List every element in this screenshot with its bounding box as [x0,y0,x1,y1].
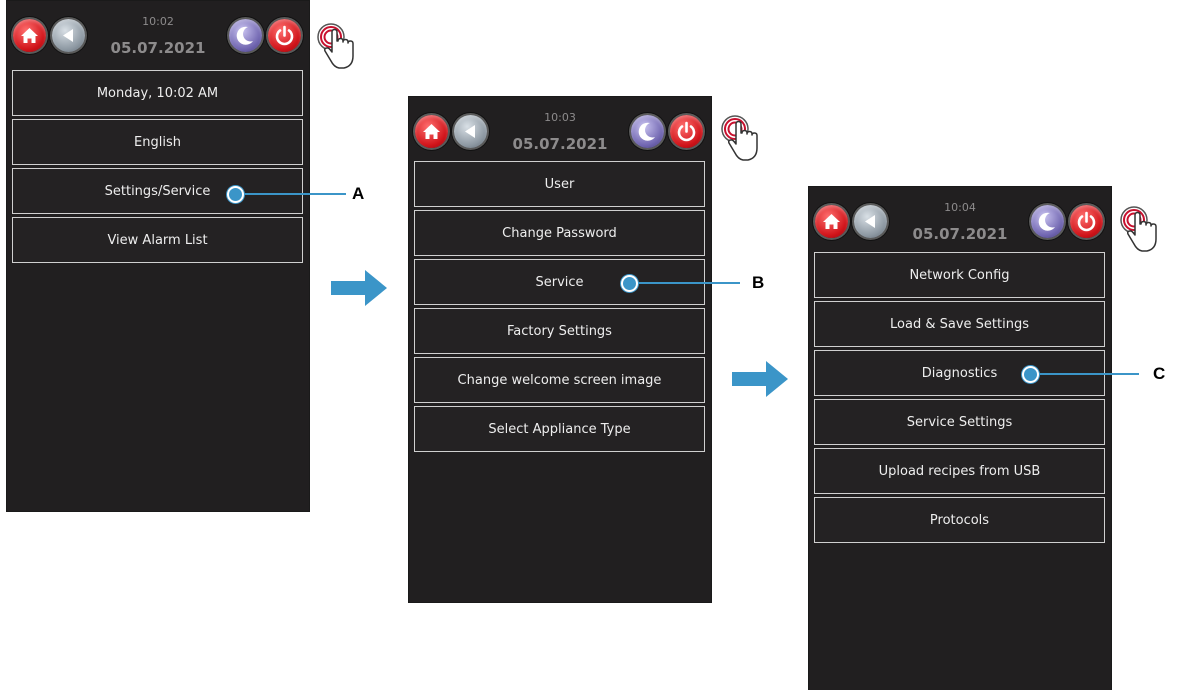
sleep-button[interactable] [229,19,262,52]
sleep-button[interactable] [1031,205,1064,238]
tap-hand-icon [721,115,758,161]
clock-date: 05.07.2021 [110,39,206,57]
arrow-right-icon [331,270,387,306]
menu-item-service-settings[interactable]: Service Settings [814,399,1105,445]
clock-time: 10:02 [142,15,174,28]
screen-2: 10:03 05.07.2021 User Change Password Se… [409,97,711,602]
power-icon [275,25,294,46]
callout-dot-a [227,186,244,203]
arrow-right-icon [732,361,788,397]
callout-label-b: B [752,273,765,292]
menu-item-change-welcome-image[interactable]: Change welcome screen image [414,357,705,403]
menu-item-select-appliance-type[interactable]: Select Appliance Type [414,406,705,452]
menu-item-protocols[interactable]: Protocols [814,497,1105,543]
menu-item-load-save-settings[interactable]: Load & Save Settings [814,301,1105,347]
menu-list: User Change Password Service Factory Set… [414,161,705,455]
moon-icon [236,26,253,45]
power-icon [1077,211,1096,232]
callout-line-a [236,193,346,195]
menu-item-network-config[interactable]: Network Config [814,252,1105,298]
clock-date: 05.07.2021 [512,135,608,153]
callout-dot-b [621,275,638,292]
tap-hand-icon [1120,206,1157,252]
clock-time: 10:04 [944,201,976,214]
callout-line-c [1031,373,1139,375]
callout-label-c: C [1153,364,1166,383]
menu-item-user[interactable]: User [414,161,705,207]
callout-dot-c [1022,366,1039,383]
menu-item-view-alarm-list[interactable]: View Alarm List [12,217,303,263]
menu-item-change-password[interactable]: Change Password [414,210,705,256]
callout-line-b [630,282,740,284]
menu-item-day-time[interactable]: Monday, 10:02 AM [12,70,303,116]
menu-list: Monday, 10:02 AM English Settings/Servic… [12,70,303,266]
menu-list: Network Config Load & Save Settings Diag… [814,252,1105,546]
menu-item-upload-recipes-usb[interactable]: Upload recipes from USB [814,448,1105,494]
power-button[interactable] [268,19,301,52]
power-button[interactable] [670,115,703,148]
clock-time: 10:03 [544,111,576,124]
moon-icon [1038,212,1055,231]
screen-1: 10:02 05.07.2021 Monday, 10:02 AM Englis… [7,1,309,511]
menu-item-settings-service[interactable]: Settings/Service [12,168,303,214]
sleep-button[interactable] [631,115,664,148]
menu-item-language[interactable]: English [12,119,303,165]
screen-3: 10:04 05.07.2021 Network Config Load & S… [809,187,1111,690]
clock-date: 05.07.2021 [912,225,1008,243]
power-button[interactable] [1070,205,1103,238]
moon-icon [638,122,655,141]
menu-item-factory-settings[interactable]: Factory Settings [414,308,705,354]
tap-hand-icon [317,23,354,69]
power-icon [677,121,696,142]
callout-label-a: A [352,184,365,203]
